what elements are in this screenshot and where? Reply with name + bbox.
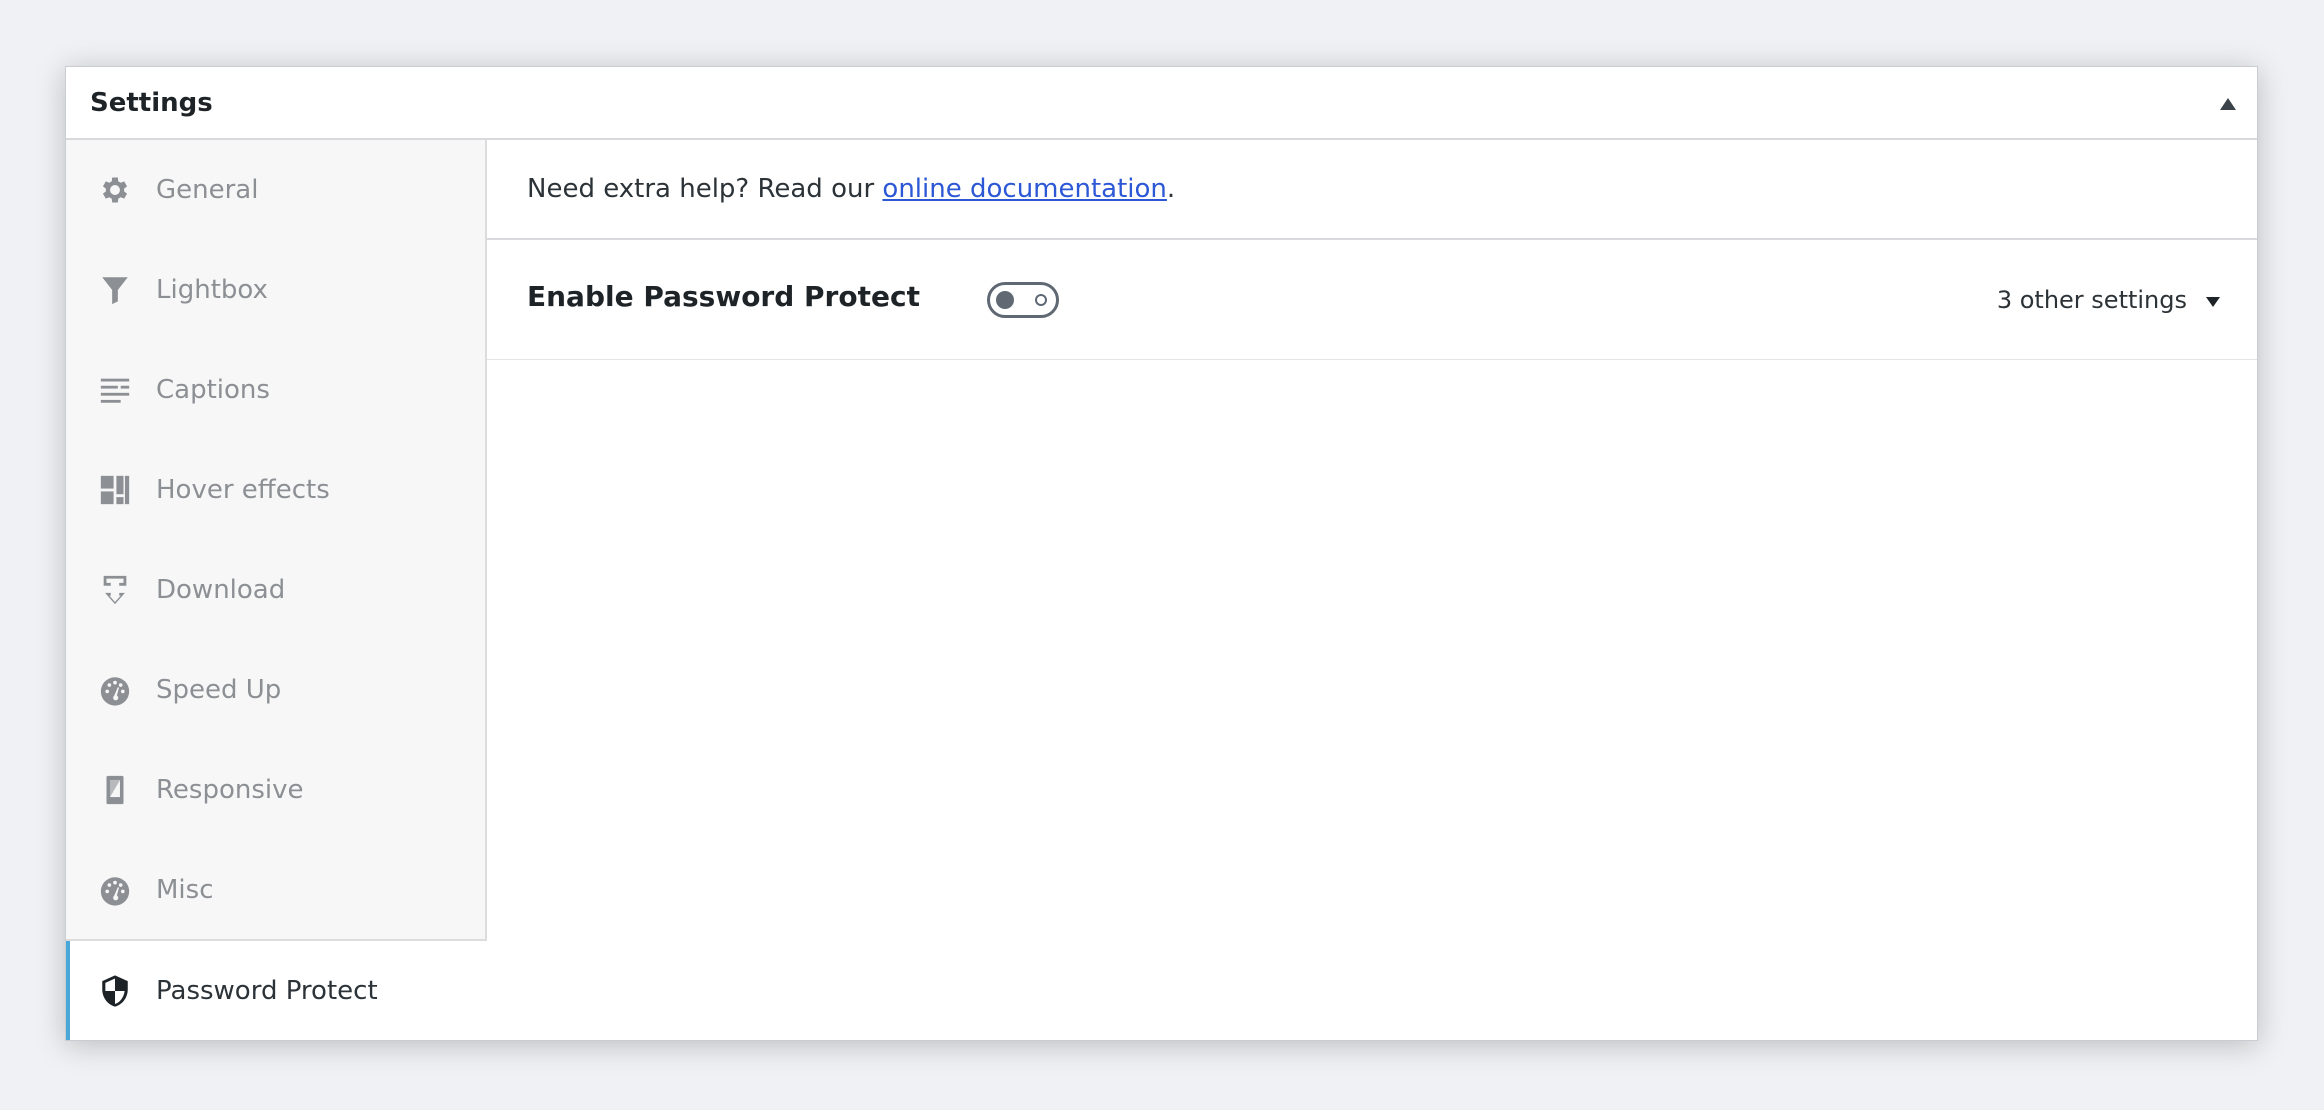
settings-sidebar: General Lightbox Captions Hover effects [66,140,487,941]
sidebar-item-label: Hover effects [156,475,330,505]
toggle-off-indicator [1035,294,1047,306]
sidebar-item-misc[interactable]: Misc [66,840,485,940]
toggle-knob [996,291,1014,309]
other-settings-label: 3 other settings [1996,286,2187,314]
password-protect-toggle[interactable] [987,282,1059,318]
help-notice: Need extra help? Read our online documen… [487,140,2257,240]
sidebar-item-hover-effects[interactable]: Hover effects [66,440,485,540]
settings-panel: Settings General Lightbox Captions Hover… [65,66,2258,1041]
caret-down-icon [2205,286,2221,314]
shield-icon [98,974,132,1008]
other-settings-dropdown[interactable]: 3 other settings [1997,286,2221,314]
help-suffix: . [1166,174,1176,204]
triangle-up-icon[interactable] [2215,91,2241,117]
panel-header[interactable]: Settings [66,67,2257,140]
documentation-link[interactable]: online documentation [882,174,1167,204]
speedometer-icon [98,873,132,907]
sidebar-item-speed-up[interactable]: Speed Up [66,640,485,740]
panel-title: Settings [90,87,213,118]
sidebar-item-password-protect[interactable]: Password Protect [66,941,487,1040]
sidebar-item-label: General [156,175,259,205]
setting-row-password-protect: Enable Password Protect 3 other settings [487,240,2257,360]
layout-grid-icon [98,473,132,507]
sidebar-item-label: Responsive [156,775,304,805]
sidebar-item-label: Lightbox [156,275,268,305]
setting-label: Enable Password Protect [527,280,920,313]
text-align-icon [98,373,132,407]
phone-icon [98,773,132,807]
sidebar-item-responsive[interactable]: Responsive [66,740,485,840]
funnel-icon [98,273,132,307]
sidebar-item-download[interactable]: Download [66,540,485,640]
sidebar-item-label: Password Protect [156,976,378,1006]
download-icon [98,573,132,607]
sidebar-item-general[interactable]: General [66,140,485,240]
sidebar-item-captions[interactable]: Captions [66,340,485,440]
help-text: Need extra help? Read our [527,174,883,204]
sidebar-item-label: Misc [156,875,214,905]
sidebar-item-label: Captions [156,375,270,405]
sidebar-item-label: Download [156,575,286,605]
sidebar-item-lightbox[interactable]: Lightbox [66,240,485,340]
sidebar-item-label: Speed Up [156,675,282,705]
speedometer-icon [98,673,132,707]
gear-icon [98,173,132,207]
settings-content: Need extra help? Read our online documen… [487,140,2257,1040]
